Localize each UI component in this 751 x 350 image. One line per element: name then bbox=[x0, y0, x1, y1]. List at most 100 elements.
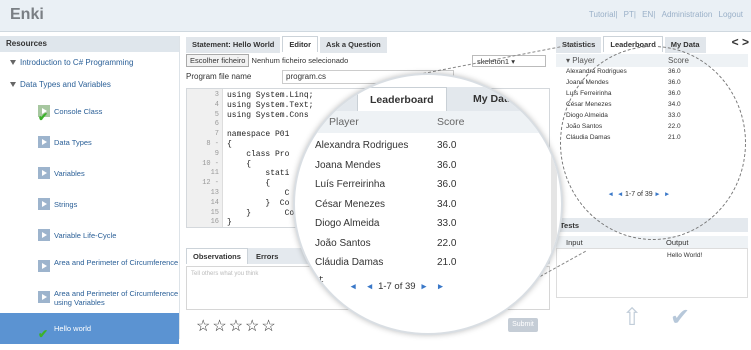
lens-player-header[interactable]: Player bbox=[329, 116, 359, 128]
code-line: stati bbox=[227, 169, 290, 179]
lens-last-page-icon[interactable]: ▸ bbox=[438, 281, 443, 291]
check-icon: ✔ bbox=[38, 327, 49, 341]
no-file-label: Nenhum ficheiro selecionado bbox=[251, 56, 349, 65]
code-line: } Col bbox=[227, 208, 300, 218]
play-icon bbox=[38, 229, 50, 241]
player-header[interactable]: ▾ Player bbox=[566, 56, 595, 65]
lens-header: Player Score bbox=[295, 111, 561, 133]
code-line: { bbox=[227, 179, 271, 189]
zoom-lens: const const ctor stackalloc ◂ Leaderboard M… bbox=[293, 73, 563, 335]
lens-tab-left[interactable]: ◂ bbox=[327, 87, 332, 111]
lesson-hello-world[interactable]: ✔ Hello world bbox=[0, 313, 179, 344]
autocomplete-item[interactable]: const bbox=[297, 289, 324, 299]
lesson-label: Area and Perimeter of Circumference usin… bbox=[54, 289, 179, 307]
code-line: namespace P01 bbox=[227, 130, 290, 140]
code-line: } Co bbox=[227, 198, 290, 208]
tests-table: Hello World! bbox=[556, 248, 748, 298]
program-file-label: Program file name bbox=[186, 72, 252, 81]
lens-player-score: 22.0 bbox=[437, 237, 457, 249]
lens-scrollbar[interactable] bbox=[551, 111, 557, 261]
player-header-label: Player bbox=[572, 56, 595, 65]
lesson-label: Hello world bbox=[54, 324, 92, 333]
submit-observation-button[interactable]: Submit bbox=[508, 318, 538, 332]
code-line: { bbox=[227, 159, 252, 169]
output-header: Output bbox=[666, 238, 689, 247]
top-bar: Enki Tutorial| PT| EN| Administration Lo… bbox=[0, 0, 751, 32]
lens-player-score: 36.0 bbox=[437, 159, 457, 171]
link-en[interactable]: EN bbox=[642, 10, 653, 19]
play-icon bbox=[38, 291, 50, 303]
lesson-area-perimeter[interactable]: Area and Perimeter of Circumference bbox=[0, 251, 179, 282]
lens-next-page-icon[interactable]: ▸ bbox=[422, 281, 427, 291]
validate-button[interactable]: ✔ bbox=[668, 304, 692, 332]
lens-player-score: 34.0 bbox=[437, 198, 457, 210]
tab-statement[interactable]: Statement: Hello World bbox=[186, 37, 281, 53]
line-number: 9 bbox=[214, 149, 219, 158]
editor-tabs: Statement: Hello World Editor Ask a Questi… bbox=[186, 36, 389, 53]
expand-icon bbox=[10, 60, 16, 65]
submit-code-button[interactable]: ⇧ bbox=[620, 304, 644, 332]
play-icon bbox=[38, 136, 50, 148]
lens-leaderboard-row: Joana Mendes 36.0 bbox=[295, 157, 561, 177]
line-number: 5 bbox=[214, 110, 219, 119]
lesson-area-perimeter-variables[interactable]: Area and Perimeter of Circumference usin… bbox=[0, 282, 179, 313]
lesson-label: Area and Perimeter of Circumference bbox=[54, 258, 179, 267]
code-line: C bbox=[227, 189, 290, 198]
choose-file-button[interactable]: Escolher ficheiro bbox=[186, 54, 250, 67]
link-administration[interactable]: Administration bbox=[662, 10, 713, 19]
lens-player-score: 36.0 bbox=[437, 179, 457, 190]
lens-tab-leaderboard[interactable]: Leaderboard bbox=[357, 87, 447, 111]
line-number: 3 bbox=[214, 91, 219, 99]
autocomplete-item[interactable]: const bbox=[297, 275, 324, 285]
line-number: 14 bbox=[210, 198, 219, 207]
tree-module-label: Introduction to C# Programming bbox=[20, 58, 134, 67]
line-number: 11 bbox=[210, 169, 219, 178]
lens-leaderboard-row: Cláudia Damas 21.0 bbox=[295, 254, 561, 274]
lens-player-name: Joana Mendes bbox=[315, 159, 381, 171]
lesson-strings[interactable]: Strings bbox=[0, 189, 179, 220]
tree-module[interactable]: Introduction to C# Programming bbox=[0, 52, 179, 74]
autocomplete-item[interactable]: stackalloc bbox=[297, 317, 351, 327]
tab-editor[interactable]: Editor bbox=[282, 36, 319, 52]
lesson-label: Strings bbox=[54, 200, 78, 209]
lens-player-name: Cláudia Damas bbox=[315, 257, 384, 268]
line-number: 15 bbox=[210, 208, 219, 217]
autocomplete-item[interactable]: ctor bbox=[297, 303, 319, 313]
play-icon bbox=[38, 167, 50, 179]
tree-unit-label: Data Types and Variables bbox=[20, 80, 111, 89]
lesson-console-class[interactable]: ✔ Console Class bbox=[0, 96, 179, 127]
lesson-variable-life-cycle[interactable]: Variable Life-Cycle bbox=[0, 220, 179, 251]
lens-player-name: Alexandra Rodrigues bbox=[315, 140, 409, 151]
lens-player-score: 21.0 bbox=[437, 257, 457, 268]
lens-player-name: Luís Ferreirinha bbox=[315, 179, 386, 190]
lens-tab-my-data[interactable]: My Data bbox=[473, 87, 513, 111]
line-number: 13 bbox=[210, 189, 219, 197]
lens-leaderboard-row: César Menezes 34.0 bbox=[295, 196, 561, 216]
code-line: class Pro bbox=[227, 149, 290, 159]
lesson-label: Data Types bbox=[54, 138, 92, 147]
checkmark-icon: ✔ bbox=[669, 304, 691, 331]
rating-stars[interactable]: ☆☆☆☆☆ bbox=[196, 316, 278, 336]
link-pt[interactable]: PT bbox=[624, 10, 634, 19]
tab-ask-question[interactable]: Ask a Question bbox=[320, 37, 387, 53]
line-number: 8 - bbox=[206, 140, 219, 148]
lesson-data-types[interactable]: Data Types bbox=[0, 127, 179, 158]
output-value: Hello World! bbox=[667, 252, 703, 259]
line-number: 16 bbox=[210, 218, 219, 227]
link-tutorial[interactable]: Tutorial bbox=[589, 10, 615, 19]
lesson-variables[interactable]: Variables bbox=[0, 158, 179, 189]
tree-unit[interactable]: Data Types and Variables bbox=[0, 74, 179, 96]
line-number: 4 bbox=[214, 100, 219, 109]
top-links: Tutorial| PT| EN| Administration Logout bbox=[588, 10, 743, 19]
tab-errors[interactable]: Errors bbox=[250, 249, 285, 265]
lens-prev-page-icon[interactable]: ◂ bbox=[368, 281, 373, 291]
link-logout[interactable]: Logout bbox=[719, 10, 743, 19]
app-logo: Enki bbox=[10, 6, 44, 23]
expand-icon bbox=[10, 82, 16, 87]
lens-first-page-icon[interactable]: ◂ bbox=[351, 281, 356, 291]
tab-observations[interactable]: Observations bbox=[186, 248, 248, 264]
lens-score-header[interactable]: Score bbox=[437, 116, 464, 128]
code-line: using System.Text; bbox=[227, 100, 314, 110]
code-line: } bbox=[227, 218, 232, 228]
tab-scroll-arrows[interactable]: < > bbox=[732, 35, 749, 49]
